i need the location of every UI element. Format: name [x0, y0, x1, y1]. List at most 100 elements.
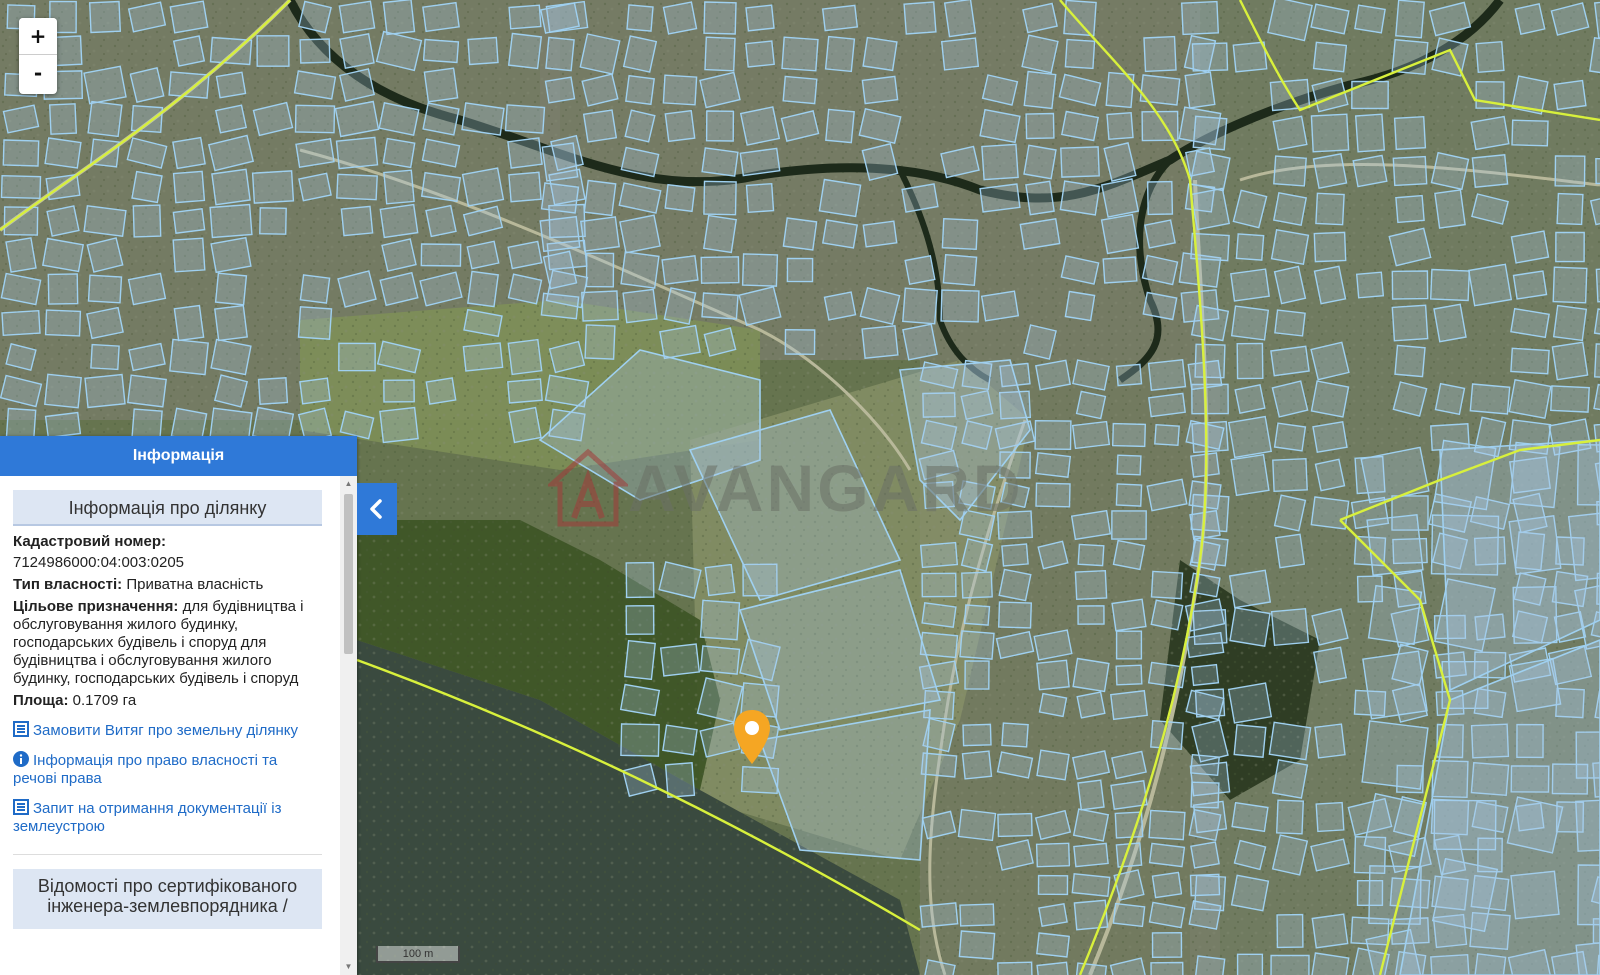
- parcel[interactable]: [251, 170, 295, 204]
- parcel[interactable]: [782, 75, 818, 105]
- parcel[interactable]: [1064, 290, 1096, 322]
- parcel[interactable]: [582, 109, 618, 143]
- parcel[interactable]: [1115, 483, 1143, 507]
- parcel[interactable]: [904, 254, 936, 286]
- parcel[interactable]: [1142, 291, 1178, 321]
- parcel[interactable]: [1231, 801, 1269, 833]
- parcel[interactable]: [701, 147, 739, 177]
- parcel[interactable]: [1001, 543, 1029, 567]
- parcel[interactable]: [298, 0, 332, 34]
- parcel[interactable]: [1036, 932, 1070, 958]
- parcel[interactable]: [622, 288, 658, 324]
- parcel[interactable]: [901, 183, 939, 213]
- parcel[interactable]: [1276, 913, 1304, 949]
- parcel[interactable]: [704, 36, 736, 72]
- parcel[interactable]: [579, 33, 621, 75]
- parcel[interactable]: [3, 206, 39, 236]
- parcel[interactable]: [997, 961, 1033, 975]
- parcel[interactable]: [0, 174, 42, 200]
- parcel[interactable]: [1395, 194, 1425, 224]
- panel-scrollbar[interactable]: ▲ ▼: [340, 476, 357, 975]
- parcel[interactable]: [1593, 343, 1600, 378]
- parcel[interactable]: [1510, 307, 1550, 339]
- parcel[interactable]: [1059, 180, 1101, 216]
- parcel[interactable]: [1110, 780, 1148, 810]
- parcel[interactable]: [919, 541, 959, 569]
- parcel[interactable]: [1111, 422, 1147, 448]
- parcel[interactable]: [942, 253, 978, 287]
- parcel[interactable]: [959, 630, 995, 660]
- parcel[interactable]: [1076, 691, 1106, 719]
- parcel[interactable]: [1270, 345, 1310, 377]
- parcel[interactable]: [381, 238, 417, 272]
- parcel[interactable]: [1315, 801, 1345, 833]
- parcel[interactable]: [1434, 189, 1466, 229]
- parcel[interactable]: [1275, 799, 1305, 835]
- parcel[interactable]: [745, 182, 775, 214]
- parcel[interactable]: [1077, 543, 1105, 567]
- parcel[interactable]: [664, 762, 696, 798]
- parcel[interactable]: [1116, 454, 1142, 476]
- parcel[interactable]: [172, 136, 206, 170]
- parcel[interactable]: [1273, 422, 1307, 452]
- parcel[interactable]: [338, 68, 376, 102]
- parcel[interactable]: [659, 324, 701, 360]
- parcel[interactable]: [1188, 808, 1222, 842]
- map-pin-icon[interactable]: [731, 708, 773, 768]
- parcel[interactable]: [921, 602, 957, 628]
- collapse-panel-button[interactable]: [357, 483, 397, 535]
- parcel[interactable]: [420, 171, 462, 203]
- parcel[interactable]: [467, 36, 499, 66]
- parcel[interactable]: [1270, 607, 1310, 647]
- parcel[interactable]: [823, 291, 857, 321]
- parcel[interactable]: [1189, 150, 1231, 192]
- parcel[interactable]: [338, 0, 376, 34]
- parcel[interactable]: [1395, 0, 1425, 39]
- parcel[interactable]: [44, 137, 82, 169]
- parcel[interactable]: [964, 660, 990, 690]
- parcel[interactable]: [1063, 0, 1097, 37]
- parcel[interactable]: [1431, 37, 1469, 77]
- parcel[interactable]: [825, 108, 855, 144]
- parcel[interactable]: [335, 136, 379, 170]
- parcel[interactable]: [1021, 34, 1059, 74]
- parcel[interactable]: [1271, 380, 1309, 418]
- parcel[interactable]: [786, 257, 814, 283]
- parcel[interactable]: [699, 645, 741, 675]
- parcel[interactable]: [508, 406, 542, 444]
- parcel[interactable]: [172, 35, 206, 67]
- parcel[interactable]: [336, 173, 378, 201]
- parcel[interactable]: [662, 74, 698, 106]
- parcel[interactable]: [1073, 842, 1109, 868]
- parcel[interactable]: [1552, 266, 1588, 304]
- parcel[interactable]: [960, 538, 994, 572]
- parcel[interactable]: [1077, 779, 1105, 811]
- parcel[interactable]: [1312, 41, 1348, 73]
- parcel[interactable]: [1227, 682, 1273, 724]
- parcel[interactable]: [1188, 900, 1222, 930]
- parcel[interactable]: [1470, 115, 1510, 151]
- parcel[interactable]: [1115, 363, 1143, 387]
- parcel[interactable]: [1190, 841, 1220, 869]
- parcel[interactable]: [214, 272, 248, 306]
- parcel[interactable]: [739, 147, 781, 177]
- parcel[interactable]: [625, 604, 655, 636]
- parcel[interactable]: [581, 290, 619, 322]
- parcel[interactable]: [997, 812, 1033, 838]
- parcel[interactable]: [215, 71, 247, 99]
- scroll-up-icon[interactable]: ▲: [340, 476, 357, 492]
- parcel[interactable]: [821, 4, 859, 32]
- parcel[interactable]: [545, 36, 575, 72]
- parcel[interactable]: [259, 207, 287, 235]
- parcel[interactable]: [127, 374, 167, 408]
- parcel[interactable]: [998, 568, 1032, 602]
- parcel[interactable]: [83, 205, 127, 237]
- parcel[interactable]: [423, 67, 459, 103]
- parcel[interactable]: [295, 137, 335, 169]
- parcel[interactable]: [1148, 809, 1186, 841]
- parcel[interactable]: [213, 374, 249, 408]
- parcel[interactable]: [1034, 452, 1072, 478]
- parcel[interactable]: [169, 338, 209, 376]
- parcel[interactable]: [1555, 231, 1585, 263]
- parcel[interactable]: [662, 724, 698, 756]
